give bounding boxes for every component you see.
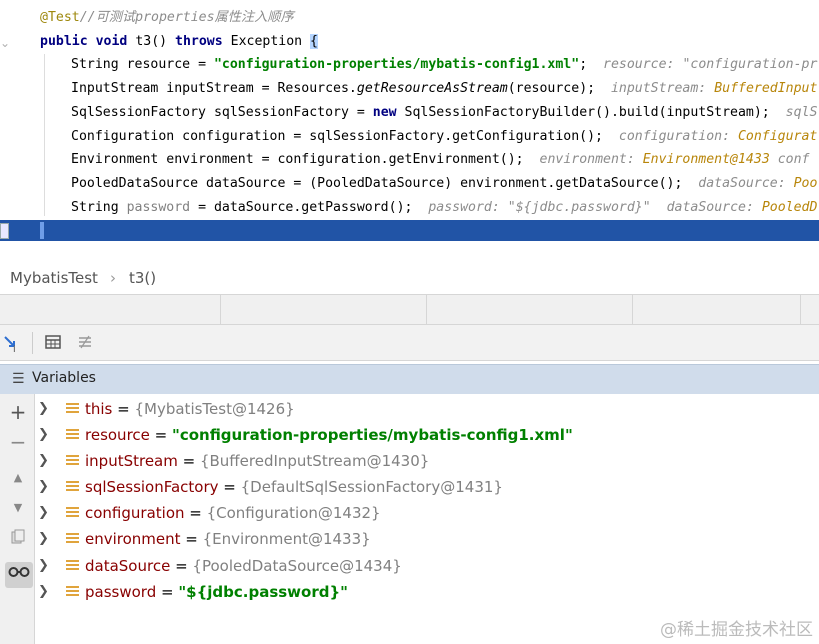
- fold-icon[interactable]: ⌄: [0, 36, 10, 50]
- code-line-inputstream: InputStream inputStream = Resources.getR…: [71, 81, 818, 96]
- breadcrumb-class[interactable]: MybatisTest: [10, 269, 98, 287]
- code-line-sqlsessionfactory: SqlSessionFactory sqlSessionFactory = ne…: [71, 105, 818, 120]
- chevron-right-icon[interactable]: ❯: [38, 396, 49, 422]
- chevron-right-icon[interactable]: ❯: [38, 500, 49, 526]
- remove-watch-icon[interactable]: −: [8, 432, 28, 452]
- debugger-tab-strip: [0, 294, 819, 325]
- svg-text:I: I: [13, 345, 16, 353]
- tab-divider: [800, 295, 801, 325]
- variable-row-configuration[interactable]: ❯ configuration = {Configuration@1432}: [35, 500, 819, 526]
- breadcrumb-method[interactable]: t3(): [129, 269, 156, 287]
- tab-divider: [632, 295, 633, 325]
- variables-tree: ❯ this = {MybatisTest@1426} ❯ resource =…: [35, 394, 819, 644]
- field-icon: [66, 533, 79, 545]
- debugger-toolbar: I: [0, 325, 819, 361]
- move-up-icon[interactable]: ▲: [8, 468, 28, 488]
- field-icon: [66, 429, 79, 441]
- variable-row-resource[interactable]: ❯ resource = "configuration-properties/m…: [35, 422, 819, 448]
- field-icon: [66, 403, 79, 415]
- move-down-icon[interactable]: ▼: [8, 498, 28, 518]
- toolbar-separator: [32, 332, 33, 354]
- watermark: @稀土掘金技术社区: [660, 620, 813, 640]
- variable-row-this[interactable]: ❯ this = {MybatisTest@1426}: [35, 396, 819, 422]
- variable-row-datasource[interactable]: ❯ dataSource = {PooledDataSource@1434}: [35, 553, 819, 579]
- copy-icon[interactable]: [8, 529, 28, 549]
- chevron-right-icon[interactable]: ❯: [38, 422, 49, 448]
- tab-divider: [220, 295, 221, 325]
- code-line-environment: Environment environment = configuration.…: [71, 152, 810, 167]
- code-line-method-signature: public void t3() throws Exception {: [40, 34, 318, 49]
- variables-side-toolbar: + − ▲ ▼: [0, 394, 35, 644]
- code-editor[interactable]: ⌄ @Test//可测试properties属性注入顺序 public void…: [0, 0, 819, 241]
- add-watch-icon[interactable]: +: [8, 402, 28, 422]
- code-line-annotation: @Test//可测试properties属性注入顺序: [40, 10, 294, 25]
- field-icon: [66, 560, 79, 572]
- chevron-right-icon[interactable]: ❯: [38, 579, 49, 605]
- variable-row-password[interactable]: ❯ password = "${jdbc.password}": [35, 579, 819, 605]
- field-icon: [66, 507, 79, 519]
- field-icon: [66, 481, 79, 493]
- chevron-right-icon[interactable]: ❯: [38, 526, 49, 552]
- field-icon: [66, 455, 79, 467]
- variables-panel-title: Variables: [32, 370, 96, 386]
- code-line-password: String password = dataSource.getPassword…: [71, 200, 818, 215]
- closing-brace-highlight: [40, 222, 44, 239]
- chevron-right-icon[interactable]: ❯: [38, 448, 49, 474]
- show-execution-point-icon[interactable]: I: [2, 333, 22, 355]
- code-line-datasource: PooledDataSource dataSource = (PooledDat…: [71, 176, 818, 191]
- breadcrumb: MybatisTest › t3(): [0, 264, 819, 294]
- code-line-configuration: Configuration configuration = sqlSession…: [71, 129, 818, 144]
- variable-row-sqlsessionfactory[interactable]: ❯ sqlSessionFactory = {DefaultSqlSession…: [35, 474, 819, 500]
- variables-panel-header: ☰ Variables: [0, 364, 819, 394]
- chevron-right-icon[interactable]: ❯: [38, 553, 49, 579]
- code-line-resource: String resource = "configuration-propert…: [71, 57, 818, 72]
- breadcrumb-separator: ›: [110, 269, 116, 287]
- execution-point-icon: [0, 223, 9, 239]
- settings-list-icon[interactable]: [75, 333, 95, 353]
- menu-icon[interactable]: ☰: [12, 371, 25, 387]
- variable-row-environment[interactable]: ❯ environment = {Environment@1433}: [35, 526, 819, 552]
- chevron-right-icon[interactable]: ❯: [38, 474, 49, 500]
- glasses-icon[interactable]: [5, 562, 33, 588]
- table-view-icon[interactable]: [43, 333, 63, 353]
- field-icon: [66, 586, 79, 598]
- variable-row-inputstream[interactable]: ❯ inputStream = {BufferedInputStream@143…: [35, 448, 819, 474]
- current-execution-line: [0, 220, 819, 241]
- tab-divider: [426, 295, 427, 325]
- indent-guide: [44, 54, 45, 216]
